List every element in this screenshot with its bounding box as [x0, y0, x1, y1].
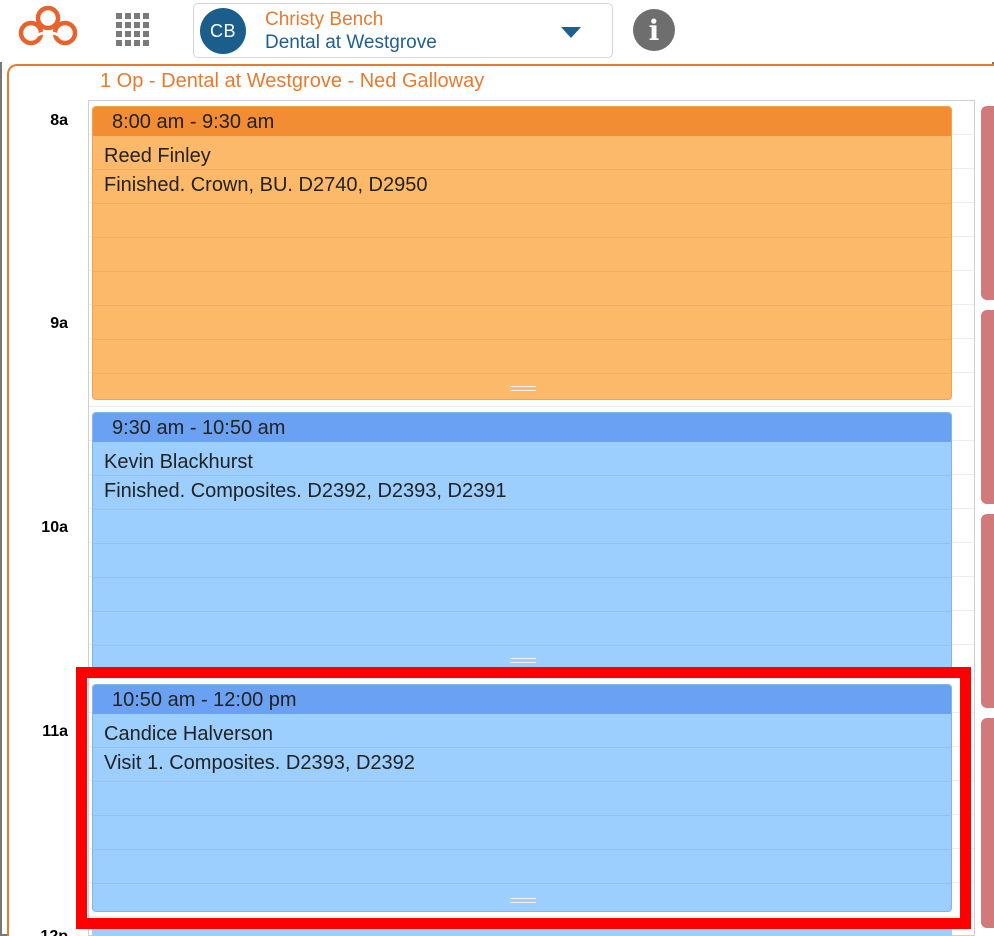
cloud-logo-icon[interactable]	[16, 4, 80, 48]
time-label: 10a	[41, 519, 68, 536]
time-label: 11a	[42, 723, 68, 740]
info-icon[interactable]: i	[633, 9, 675, 51]
column-title: 1 Op - Dental at Westgrove - Ned Gallowa…	[100, 70, 485, 92]
time-label: 12p	[32, 928, 68, 936]
user-name: Christy Bench	[265, 9, 384, 30]
top-bar: CB Christy Bench Dental at Westgrove i	[0, 0, 994, 62]
appointment-patient: Kevin Blackhurst	[104, 451, 253, 473]
neighbor-appointment[interactable]	[981, 310, 994, 504]
neighbor-appointment[interactable]	[981, 106, 994, 300]
resize-handle[interactable]	[510, 898, 536, 903]
appointment-patient: Reed Finley	[104, 145, 211, 167]
chevron-down-icon[interactable]	[561, 27, 581, 38]
appointment-card[interactable]: 8:00 am - 9:30 am Reed Finley Finished. …	[92, 106, 952, 400]
appointment-time: 10:50 am - 12:00 pm	[93, 685, 951, 714]
neighbor-appointment[interactable]	[981, 514, 994, 708]
neighbor-appointment[interactable]	[981, 718, 994, 928]
appointment-body	[93, 442, 951, 671]
avatar: CB	[200, 8, 246, 54]
appointment-card[interactable]: 9:30 am - 10:50 am Kevin Blackhurst Fini…	[92, 412, 952, 672]
user-location: Dental at Westgrove	[265, 32, 437, 53]
appointment-patient: Candice Halverson	[104, 723, 273, 745]
time-label: 8a	[50, 112, 68, 129]
next-appointment-partial[interactable]	[92, 923, 952, 936]
appointment-card[interactable]: 10:50 am - 12:00 pm Candice Halverson Vi…	[92, 684, 952, 912]
appointment-detail: Finished. Composites. D2392, D2393, D239…	[104, 480, 507, 502]
time-label: 9a	[50, 315, 68, 332]
appointment-detail: Visit 1. Composites. D2393, D2392	[104, 752, 415, 774]
appointment-detail: Finished. Crown, BU. D2740, D2950	[104, 174, 428, 196]
resize-handle[interactable]	[510, 386, 536, 391]
appointment-time: 8:00 am - 9:30 am	[93, 107, 951, 136]
appointment-time: 9:30 am - 10:50 am	[93, 413, 951, 442]
apps-grid-icon[interactable]	[116, 13, 150, 47]
resize-handle[interactable]	[510, 658, 536, 663]
user-location-switcher[interactable]: CB Christy Bench Dental at Westgrove	[193, 3, 613, 58]
